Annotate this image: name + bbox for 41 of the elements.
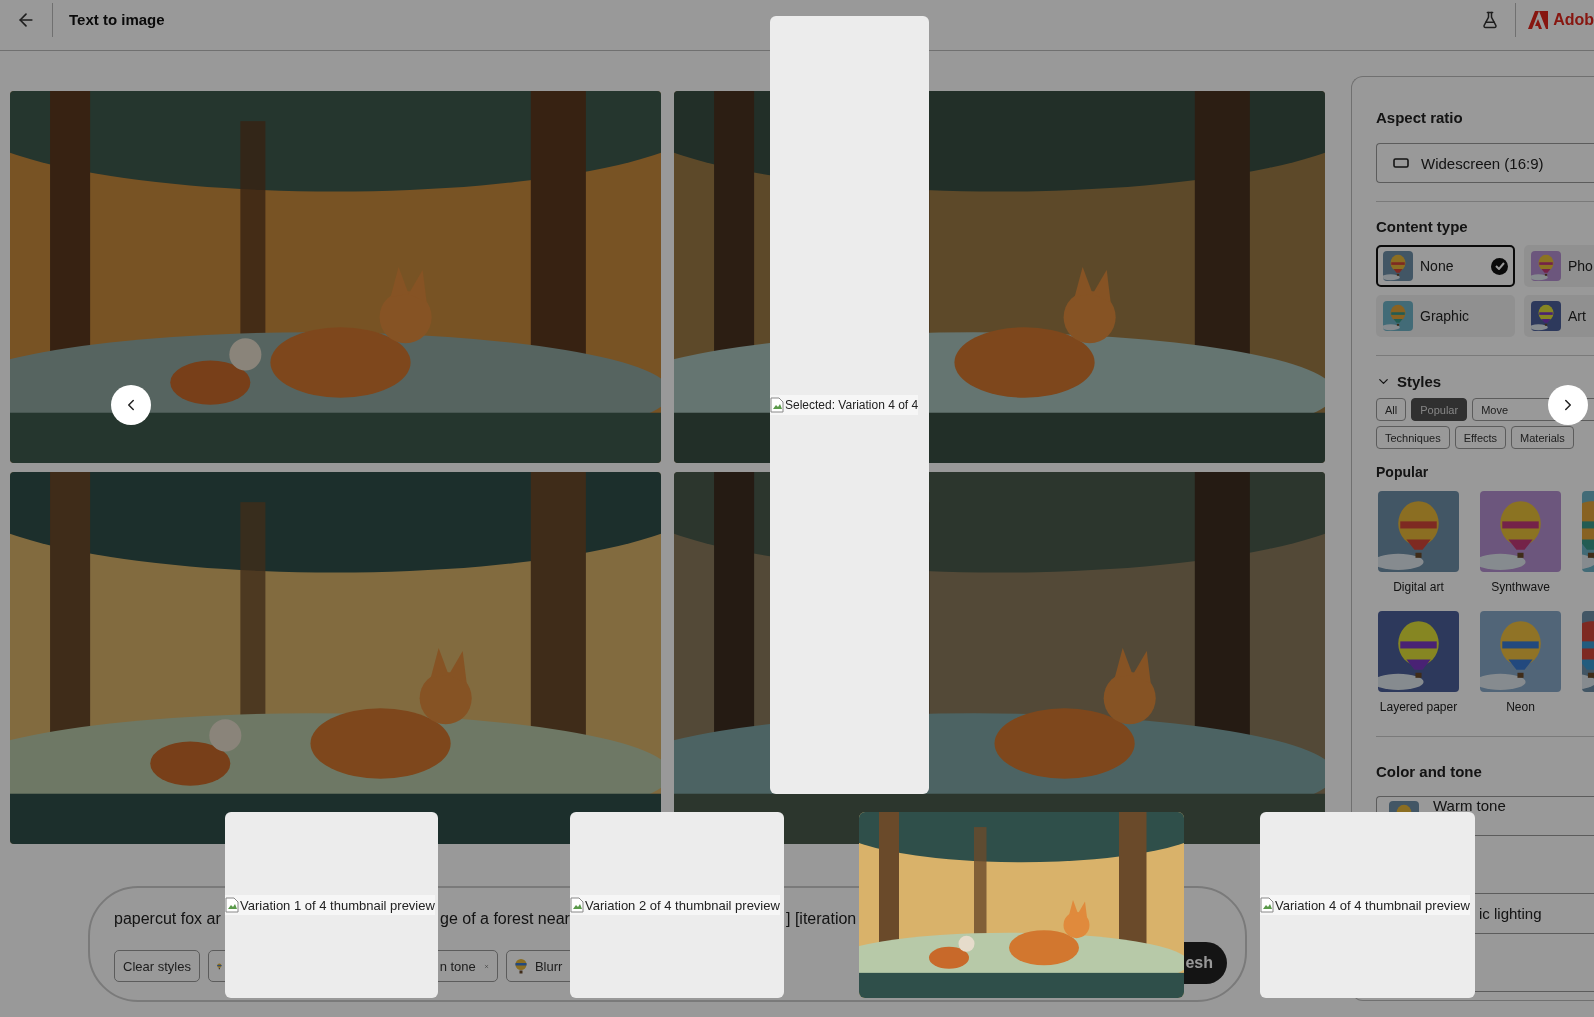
- rectangle-icon: [1393, 158, 1409, 168]
- style-name: Layered paper: [1379, 700, 1458, 714]
- alt-text: Variation 4 of 4 thumbnail preview: [1260, 895, 1470, 915]
- thumbnail-placeholder[interactable]: Variation 2 of 4 thumbnail preview: [570, 812, 784, 998]
- check-icon: [1491, 257, 1508, 275]
- style-tab[interactable]: Effects: [1454, 426, 1507, 449]
- thumbnail-placeholder[interactable]: Variation 4 of 4 thumbnail preview: [1260, 812, 1475, 998]
- thumbnail-placeholder[interactable]: Variation 1 of 4 thumbnail preview: [225, 812, 438, 998]
- style-tab[interactable]: All: [1376, 398, 1407, 421]
- broken-image-icon: [225, 897, 239, 913]
- content-type-option[interactable]: None: [1376, 245, 1515, 287]
- style-tab[interactable]: Materials: [1511, 426, 1574, 449]
- logo-icon: [1528, 10, 1549, 29]
- alt-text: Selected: Variation 4 of 4: [770, 395, 919, 415]
- section-label: Color and tone: [1376, 763, 1483, 780]
- section-label: Content type: [1376, 218, 1469, 235]
- broken-image-icon: [570, 897, 584, 913]
- style-tab[interactable]: Techniques: [1376, 426, 1450, 449]
- balloon-icon: [514, 958, 527, 974]
- brand-name: Adob: [1553, 10, 1594, 29]
- flask-icon[interactable]: [1481, 10, 1500, 29]
- style-tab[interactable]: Popular: [1411, 398, 1468, 421]
- chip-label: Blurr: [534, 958, 563, 974]
- style-name: Digital art: [1393, 580, 1444, 594]
- chip-label: n tone: [439, 958, 476, 974]
- clear-styles-button[interactable]: Clear styles: [114, 950, 200, 982]
- styles-toggle[interactable]: Styles: [1376, 373, 1594, 390]
- aspect-ratio-dropdown[interactable]: Widescreen (16:9): [1376, 143, 1594, 183]
- alt-text: Variation 1 of 4 thumbnail preview: [225, 895, 435, 915]
- style-name: Synthwave: [1491, 580, 1550, 594]
- content-type-option[interactable]: Art: [1524, 295, 1594, 337]
- content-type-option[interactable]: Pho: [1524, 245, 1594, 287]
- alt-text: Variation 2 of 4 thumbnail preview: [570, 895, 780, 915]
- broken-image-icon: [1260, 897, 1274, 913]
- style-name: Neon: [1506, 700, 1535, 714]
- section-label: Popular: [1376, 464, 1430, 480]
- content-type-option[interactable]: Graphic: [1376, 295, 1515, 337]
- page-title: Text to image: [69, 11, 165, 28]
- next-button[interactable]: [1548, 385, 1588, 425]
- broken-image-icon: [770, 397, 784, 413]
- section-label: Aspect ratio: [1376, 109, 1464, 126]
